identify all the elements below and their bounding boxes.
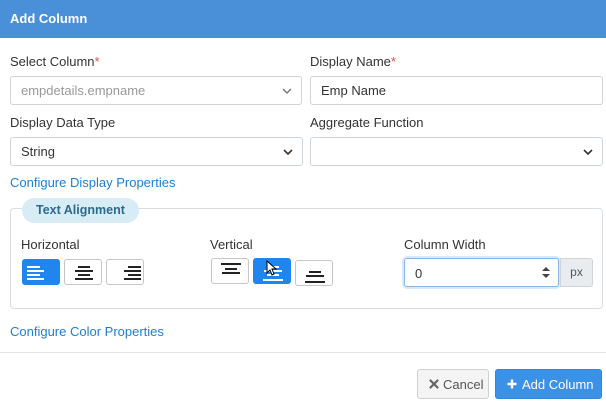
column-width-unit: px [560,258,593,287]
select-column-dropdown[interactable]: empdetails.empname [10,76,302,105]
required-mark: * [390,54,396,69]
cancel-button[interactable]: Cancel [417,369,489,399]
add-column-dialog: Add Column Select Column* empdetails.emp… [0,0,606,405]
add-column-button[interactable]: Add Column [495,369,602,399]
vertical-label: Vertical [210,237,253,252]
select-column-value: empdetails.empname [21,83,146,98]
select-column-label-text: Select Column [10,54,95,69]
aggregate-function-label: Aggregate Function [310,115,424,130]
display-name-input[interactable]: Emp Name [310,76,603,105]
display-name-label-text: Display Name [310,54,391,69]
column-width-input[interactable]: 0 [404,258,559,287]
align-center-icon [75,266,93,280]
align-left-button[interactable] [22,259,60,285]
select-column-label: Select Column* [10,54,100,69]
horizontal-label: Horizontal [21,237,80,252]
valign-top-icon [221,263,241,274]
mouse-cursor-icon [266,260,278,276]
dialog-title: Add Column [10,11,88,26]
times-icon [429,379,439,389]
display-name-value: Emp Name [321,83,387,98]
display-data-type-select[interactable]: String [10,137,303,166]
column-width-value: 0 [415,266,423,281]
align-right-icon [124,266,141,280]
display-data-type-value: String [21,144,55,159]
chevron-down-icon [283,149,293,156]
align-center-button[interactable] [64,259,102,285]
align-left-icon [27,266,44,280]
number-spinner-icon[interactable] [541,264,551,281]
align-right-button[interactable] [106,259,144,285]
add-column-button-label: Add Column [522,377,594,392]
valign-top-button[interactable] [211,258,249,284]
footer-divider [0,352,606,353]
configure-display-properties-link[interactable]: Configure Display Properties [10,175,175,190]
plus-icon [507,379,517,389]
text-alignment-legend: Text Alignment [22,198,139,223]
column-width-label: Column Width [404,237,486,252]
cancel-button-label: Cancel [443,377,484,392]
chevron-down-icon [282,88,292,94]
required-mark: * [94,54,100,69]
valign-bottom-icon [305,271,325,283]
valign-bottom-button[interactable] [295,260,333,286]
display-data-type-label: Display Data Type [10,115,116,130]
display-name-label: Display Name* [310,54,396,69]
aggregate-function-select[interactable] [310,137,603,166]
dialog-header: Add Column [0,0,606,38]
chevron-down-icon [583,149,593,156]
configure-color-properties-link[interactable]: Configure Color Properties [10,324,164,339]
